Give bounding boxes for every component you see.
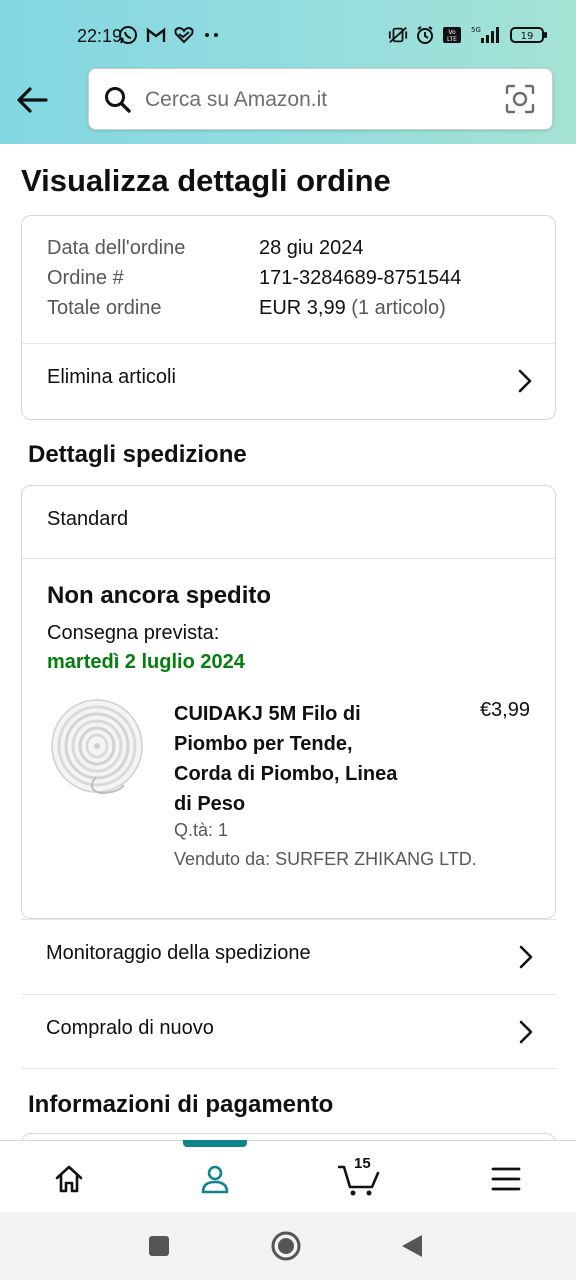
- order-total-value: EUR 3,99: [259, 297, 346, 319]
- cart-count-badge: 15: [354, 1155, 371, 1172]
- order-date-value: 28 giu 2024: [259, 237, 364, 259]
- chevron-right-icon: [515, 367, 535, 395]
- delete-items-label: Elimina articoli: [47, 366, 176, 388]
- shipment-card: Standard Non ancora spedito Consegna pre…: [21, 485, 556, 919]
- order-total-row: Totale ordine EUR 3,99 (1 articolo): [47, 297, 446, 320]
- order-number-value: 171-3284689-8751544: [259, 267, 462, 289]
- payment-section-title: Informazioni di pagamento: [28, 1091, 334, 1118]
- system-navigation-bar: [0, 1212, 576, 1280]
- menu-icon[interactable]: [486, 1159, 526, 1199]
- svg-text:19: 19: [521, 31, 534, 42]
- heart-app-icon: [174, 24, 194, 46]
- status-notification-icons: [118, 24, 222, 46]
- camera-search-icon[interactable]: [504, 83, 536, 115]
- track-shipment-label: Monitoraggio della spedizione: [46, 942, 311, 964]
- status-time: 22:19: [77, 26, 123, 46]
- account-icon[interactable]: [195, 1159, 235, 1199]
- order-summary-card: Data dell'ordine 28 giu 2024 Ordine # 17…: [21, 215, 556, 420]
- delete-items-row[interactable]: Elimina articoli: [22, 344, 555, 420]
- order-total-label: Totale ordine: [47, 297, 162, 319]
- order-date-label: Data dell'ordine: [47, 237, 186, 259]
- product-name[interactable]: CUIDAKJ 5M Filo di Piombo per Tende, Cor…: [174, 699, 404, 819]
- track-shipment-row[interactable]: Monitoraggio della spedizione: [21, 919, 556, 994]
- search-input[interactable]: Cerca su Amazon.it: [88, 68, 553, 130]
- delivery-date: martedì 2 luglio 2024: [47, 651, 245, 673]
- shipping-method: Standard: [47, 508, 129, 530]
- chevron-right-icon: [516, 943, 536, 971]
- app-header: 22:19 Vo LTE 5G 19 Cerca su Amazon.it: [0, 0, 576, 144]
- vibrate-icon: [388, 24, 408, 46]
- order-total-items: (1 articolo): [351, 297, 446, 319]
- shipping-section-title: Dettagli spedizione: [28, 441, 247, 468]
- svg-text:Vo: Vo: [448, 29, 456, 36]
- product-price: €3,99: [479, 699, 530, 721]
- back-system-button[interactable]: [397, 1231, 427, 1261]
- more-dots-icon: [202, 24, 222, 46]
- svg-text:LTE: LTE: [447, 36, 457, 43]
- svg-text:5G: 5G: [471, 26, 481, 34]
- battery-icon: 19: [510, 24, 548, 46]
- buy-again-row[interactable]: Compralo di nuovo: [21, 994, 556, 1069]
- order-total-value-wrap: EUR 3,99 (1 articolo): [259, 297, 446, 320]
- search-icon: [103, 85, 133, 115]
- home-icon[interactable]: [49, 1159, 89, 1199]
- order-number-row: Ordine # 171-3284689-8751544: [47, 267, 461, 290]
- product-image[interactable]: [50, 699, 146, 795]
- chevron-right-icon: [516, 1018, 536, 1046]
- bottom-navigation: 15: [0, 1140, 576, 1212]
- page-title: Visualizza dettagli ordine: [21, 163, 391, 198]
- gmail-icon: [146, 24, 166, 46]
- shipment-status: Non ancora spedito: [47, 582, 272, 609]
- delivery-label: Consegna prevista:: [47, 622, 220, 644]
- order-number-label: Ordine #: [47, 267, 124, 289]
- divider: [21, 1068, 556, 1069]
- status-bar: 22:19 Vo LTE 5G 19: [0, 0, 576, 72]
- product-seller: Venduto da: SURFER ZHIKANG LTD.: [174, 849, 477, 869]
- buy-again-label: Compralo di nuovo: [46, 1017, 214, 1039]
- recents-button[interactable]: [144, 1231, 174, 1261]
- back-arrow-icon[interactable]: [14, 82, 50, 118]
- search-placeholder: Cerca su Amazon.it: [145, 88, 328, 111]
- whatsapp-icon: [118, 24, 138, 46]
- order-date-row: Data dell'ordine 28 giu 2024: [47, 237, 364, 260]
- home-system-button[interactable]: [271, 1231, 301, 1261]
- active-tab-indicator: [183, 1140, 247, 1147]
- alarm-icon: [415, 24, 435, 46]
- product-quantity: Q.tà: 1: [174, 820, 229, 840]
- cart-icon[interactable]: 15: [338, 1155, 382, 1199]
- status-system-icons: Vo LTE 5G 19: [388, 24, 548, 46]
- volte-icon: Vo LTE: [442, 24, 462, 46]
- signal-icon: 5G: [469, 24, 503, 46]
- divider: [22, 558, 555, 559]
